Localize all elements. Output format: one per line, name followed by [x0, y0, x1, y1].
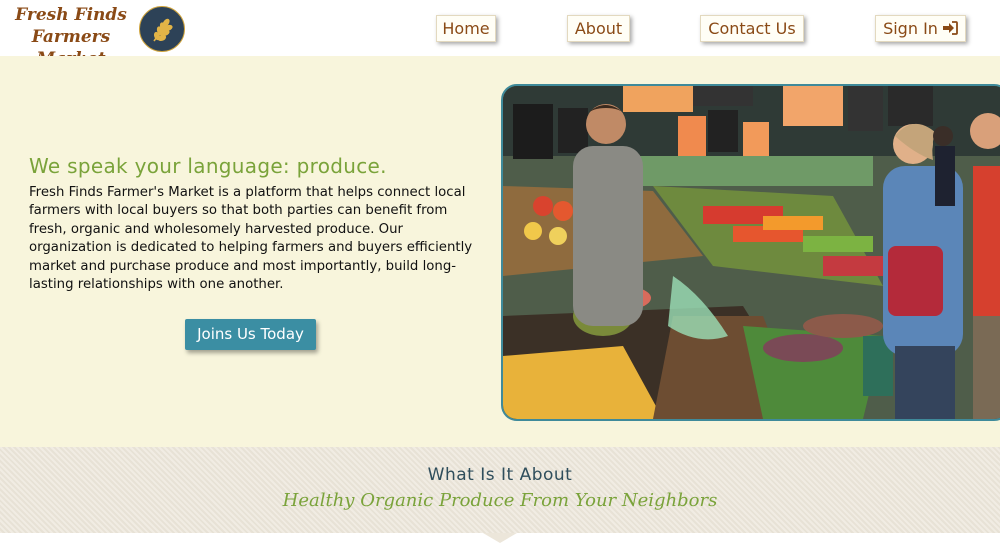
site-header: Fresh Finds Farmers Market Home About Co… [0, 0, 1000, 69]
join-button[interactable]: Joins Us Today [185, 319, 316, 350]
nav-signin-button[interactable]: Sign In [875, 15, 966, 42]
market-photo [501, 84, 1000, 421]
logo-line-1: Fresh Finds [15, 5, 127, 25]
logo[interactable]: Fresh Finds Farmers Market [6, 2, 186, 69]
about-subtitle: Healthy Organic Produce From Your Neighb… [282, 490, 718, 511]
nav-contact-button[interactable]: Contact Us [700, 15, 804, 42]
nav-home-button[interactable]: Home [436, 15, 496, 42]
sign-in-icon [942, 17, 958, 42]
nav-about-button[interactable]: About [567, 15, 630, 42]
hero-description: Fresh Finds Farmer's Market is a platfor… [29, 185, 473, 293]
hero-heading: We speak your language: produce. [29, 154, 387, 178]
wheat-icon [139, 6, 185, 52]
signin-label: Sign In [883, 19, 938, 38]
section-notch [483, 533, 517, 543]
about-title: What Is It About [427, 465, 573, 485]
hero-section: We speak your language: produce. Fresh F… [0, 56, 1000, 447]
about-section: What Is It About Healthy Organic Produce… [0, 447, 1000, 543]
